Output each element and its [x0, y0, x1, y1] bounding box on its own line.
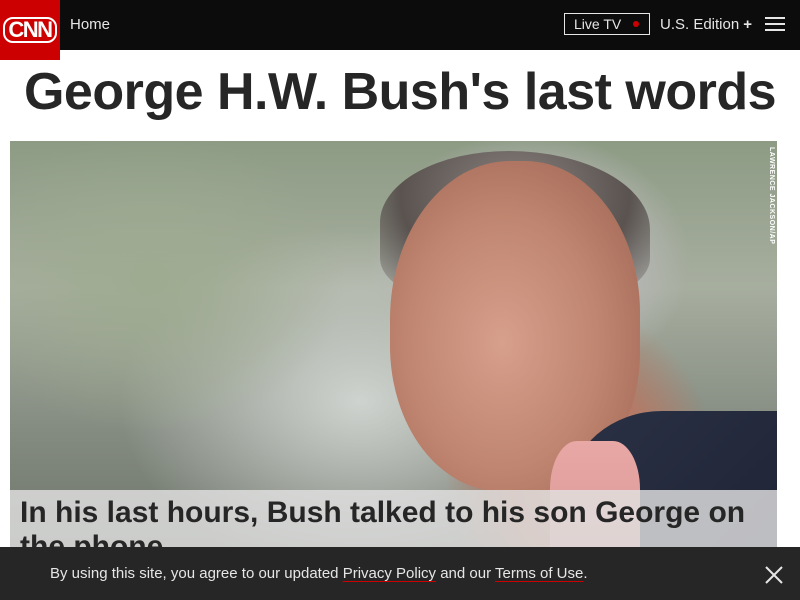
edition-label: U.S. Edition [660, 16, 740, 33]
page-title: George H.W. Bush's last words [23, 63, 777, 121]
live-tv-label: Live TV [574, 16, 622, 32]
cnn-logo[interactable]: CNN [0, 0, 60, 60]
live-tv-button[interactable]: Live TV [564, 13, 650, 35]
live-indicator-dot [633, 21, 639, 27]
logo-text: CNN [3, 17, 57, 43]
edition-plus-icon: + [743, 16, 752, 33]
home-link[interactable]: Home [70, 16, 110, 33]
hamburger-menu-icon[interactable] [765, 17, 785, 33]
site-header: CNN Home Live TV U.S. Edition + [0, 0, 800, 60]
terms-of-use-link[interactable]: Terms of Use [495, 565, 583, 582]
cookie-text-middle: and our [436, 565, 495, 582]
cookie-text-after: . [583, 565, 588, 582]
hero-image[interactable]: LAWRENCE JACKSON/AP In his last hours, B… [10, 141, 777, 561]
cookie-text-before: By using this site, you agree to our upd… [50, 565, 343, 582]
close-icon[interactable] [765, 566, 783, 584]
edition-selector[interactable]: U.S. Edition + [660, 16, 752, 33]
photo-credit: LAWRENCE JACKSON/AP [768, 147, 775, 245]
privacy-policy-link[interactable]: Privacy Policy [343, 565, 436, 582]
cookie-notice: By using this site, you agree to our upd… [0, 547, 800, 600]
